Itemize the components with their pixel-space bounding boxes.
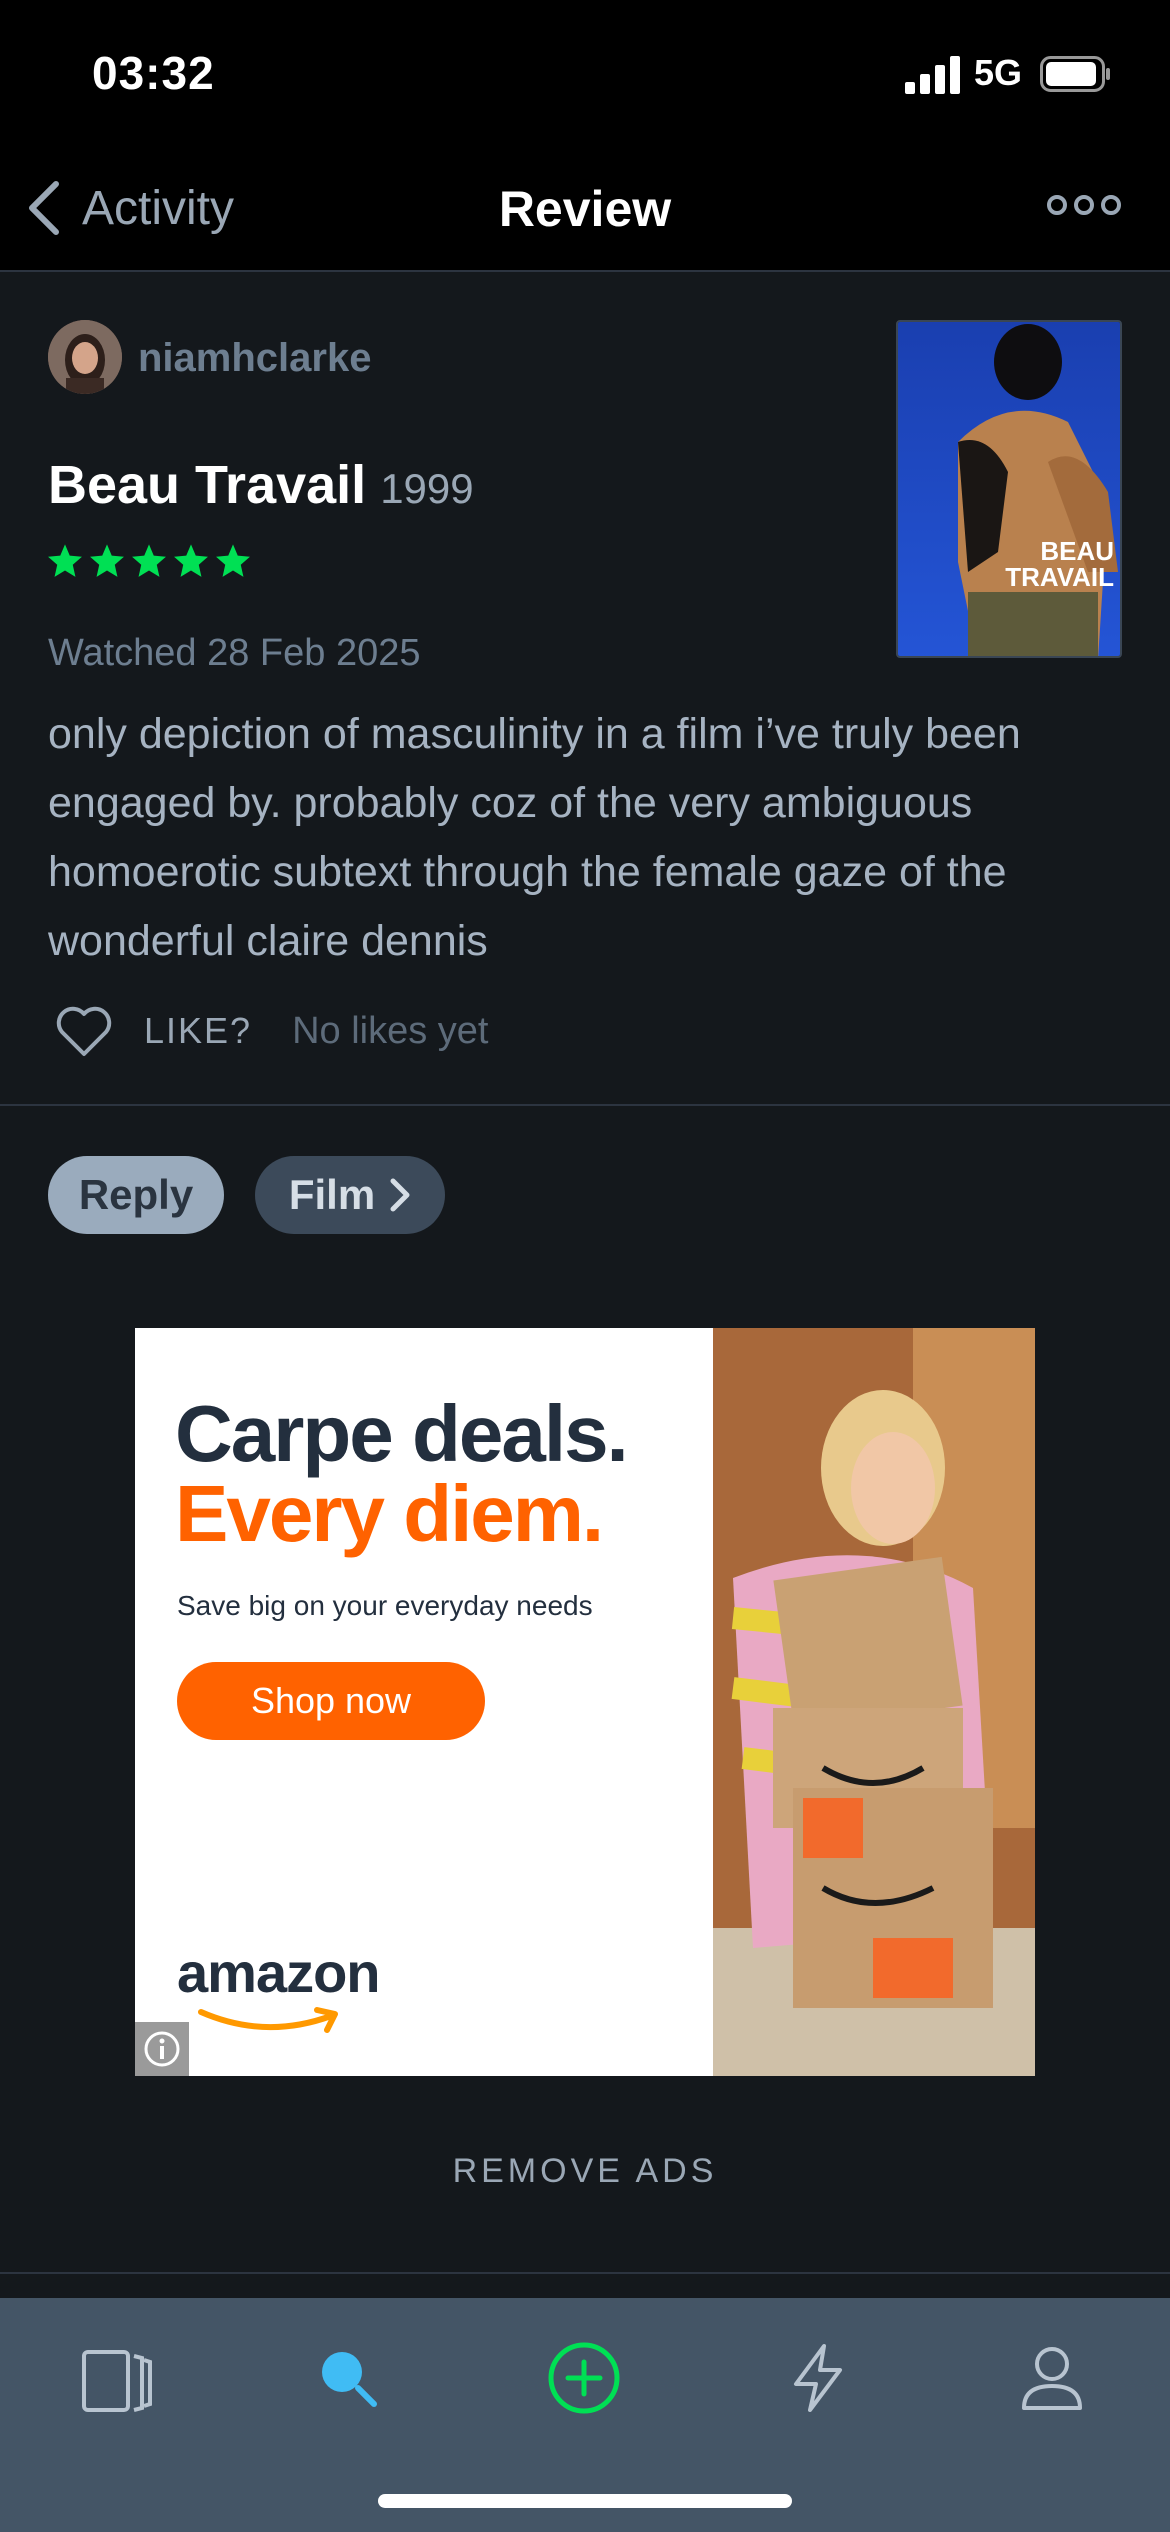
ad-copy-panel: Carpe deals. Every diem. Save big on you…	[135, 1328, 713, 2076]
add-icon	[548, 2342, 620, 2414]
reply-button[interactable]: Reply	[48, 1156, 224, 1234]
activity-icon	[794, 2344, 842, 2412]
home-indicator	[378, 2494, 792, 2508]
ad-subtext: Save big on your everyday needs	[177, 1590, 593, 1621]
chevron-right-icon	[390, 1178, 410, 1212]
search-icon	[322, 2352, 377, 2407]
username[interactable]: niamhclarke	[138, 336, 371, 381]
film-label: Film	[288, 1171, 376, 1218]
films-icon	[82, 2350, 152, 2412]
ad-headline: Carpe deals.	[175, 1389, 629, 1478]
divider	[0, 1104, 1170, 1106]
page-title: Review	[498, 181, 672, 237]
reply-label: Reply	[78, 1171, 194, 1218]
info-icon	[144, 2031, 180, 2067]
signal-icon	[905, 56, 960, 94]
remove-ads-button[interactable]: REMOVE ADS	[0, 2152, 1170, 2191]
star-icon	[216, 544, 250, 577]
star-icon	[90, 544, 124, 577]
poster-image	[898, 322, 1120, 656]
ad-brand-logo: amazon	[177, 1941, 380, 2004]
tab-films[interactable]	[66, 2328, 166, 2428]
heart-icon[interactable]	[54, 1004, 114, 1058]
avatar-image	[48, 320, 122, 394]
like-button[interactable]: LIKE?	[144, 1010, 252, 1052]
more-options-icon[interactable]	[1046, 190, 1122, 220]
film-title[interactable]: Beau Travail	[48, 454, 366, 516]
tab-add[interactable]	[534, 2328, 634, 2428]
film-button[interactable]: Film	[255, 1156, 445, 1234]
advertisement[interactable]: Carpe deals. Every diem. Save big on you…	[135, 1328, 1035, 2076]
profile-icon	[1022, 2347, 1082, 2410]
battery-icon	[1040, 56, 1110, 92]
ad-info-button[interactable]	[135, 2022, 189, 2076]
star-icon	[48, 544, 82, 577]
ad-shop-now-button[interactable]: Shop now	[177, 1662, 485, 1740]
watched-date: Watched 28 Feb 2025	[48, 632, 421, 674]
ad-photo	[713, 1328, 1035, 2076]
star-icon	[174, 544, 208, 577]
film-year: 1999	[380, 465, 474, 512]
review-body: only depiction of masculinity in a film …	[48, 710, 1021, 965]
likes-status: No likes yet	[292, 1009, 489, 1052]
star-rating	[46, 542, 252, 580]
tab-profile[interactable]	[1002, 2328, 1102, 2428]
poster-title-line2: TRAVAIL	[1005, 562, 1114, 592]
like-row: LIKE? No likes yet	[54, 1004, 488, 1058]
poster-title-line1: BEAU	[1040, 536, 1114, 566]
film-poster[interactable]: BEAU TRAVAIL	[896, 320, 1122, 658]
ad-headline-accent: Every diem.	[175, 1469, 604, 1558]
star-icon	[132, 544, 166, 577]
film-heading: Beau Travail 1999	[48, 454, 474, 516]
divider	[0, 2272, 1170, 2274]
amazon-smile-icon	[198, 2007, 338, 2033]
status-bar: 03:32 5G	[0, 0, 1170, 150]
avatar[interactable]	[48, 320, 122, 394]
network-label: 5G	[974, 52, 1023, 93]
nav-bar: Activity Review	[0, 150, 1170, 272]
tab-search[interactable]	[300, 2328, 400, 2428]
status-time: 03:32	[92, 47, 215, 99]
tab-activity[interactable]	[768, 2328, 868, 2428]
poster-title: BEAU TRAVAIL	[978, 538, 1114, 590]
